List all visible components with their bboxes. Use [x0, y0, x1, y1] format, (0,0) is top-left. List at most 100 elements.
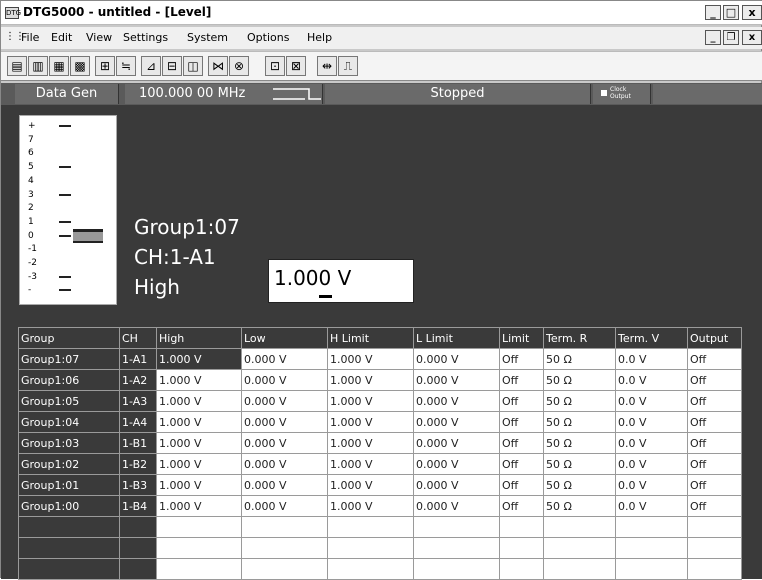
table-cell[interactable]: Off	[499, 432, 544, 454]
table-cell[interactable]: Off	[499, 474, 544, 496]
table-cell[interactable]: 50 Ω	[543, 369, 616, 391]
table-row[interactable]: Group1:00 1-B4 1.000 V 0.000 V 1.000 V 0.000 …	[18, 495, 742, 517]
pattern-icon[interactable]: ▩	[70, 56, 90, 76]
table-cell[interactable]: Off	[687, 495, 742, 517]
table-cell[interactable]: 1-B2	[119, 453, 157, 475]
output-icon[interactable]: ⊗	[229, 56, 249, 76]
column-header[interactable]: Low	[241, 327, 328, 349]
menu-options[interactable]: Options	[247, 31, 289, 44]
table-cell[interactable]: 1.000 V	[156, 453, 242, 475]
table-cell[interactable]: 0.0 V	[615, 369, 688, 391]
table-cell[interactable]: 1.000 V	[156, 495, 242, 517]
mdi-minimize-button[interactable]: _	[705, 30, 721, 45]
table-row[interactable]: Group1:01 1-B3 1.000 V 0.000 V 1.000 V 0.000 …	[18, 474, 742, 496]
table-cell[interactable]: 0.000 V	[413, 390, 500, 412]
jump-icon[interactable]: ⋈	[208, 56, 228, 76]
minimize-button[interactable]: _	[705, 5, 721, 20]
table-cell[interactable]: Off	[687, 453, 742, 475]
app-icon[interactable]: DTG	[5, 7, 21, 19]
table-cell[interactable]: 50 Ω	[543, 474, 616, 496]
table-cell[interactable]: 0.000 V	[241, 390, 328, 412]
table-cell[interactable]: 1.000 V	[327, 411, 414, 433]
table-cell[interactable]: Group1:02	[18, 453, 120, 475]
table-cell[interactable]: 0.000 V	[413, 348, 500, 370]
column-header[interactable]: High	[156, 327, 242, 349]
table-cell[interactable]: Off	[499, 390, 544, 412]
menu-help[interactable]: Help	[307, 31, 332, 44]
table-cell[interactable]: 0.0 V	[615, 495, 688, 517]
table-cell[interactable]: Off	[687, 432, 742, 454]
table-cell[interactable]: 1-B3	[119, 474, 157, 496]
menu-view[interactable]: View	[86, 31, 112, 44]
table-cell[interactable]: 0.0 V	[615, 474, 688, 496]
table-cell[interactable]: Off	[687, 411, 742, 433]
clock-output-indicator[interactable]: Clock Output	[599, 85, 649, 103]
time-icon[interactable]: ⊿	[141, 56, 161, 76]
table-cell[interactable]: Off	[499, 453, 544, 475]
block-icon[interactable]: ⊞	[95, 56, 115, 76]
edit-icon[interactable]: ◫	[183, 56, 203, 76]
menu-edit[interactable]: Edit	[51, 31, 72, 44]
column-header[interactable]: Term. R	[543, 327, 616, 349]
table-row[interactable]: Group1:07 1-A1 1.000 V 0.000 V 1.000 V 0.000 …	[18, 348, 742, 370]
table-cell[interactable]: Off	[687, 390, 742, 412]
table-cell[interactable]: 50 Ω	[543, 411, 616, 433]
table-cell[interactable]: 0.000 V	[241, 432, 328, 454]
table-cell[interactable]: 0.000 V	[241, 474, 328, 496]
column-header[interactable]: Limit	[499, 327, 544, 349]
table-cell[interactable]: Group1:01	[18, 474, 120, 496]
table-cell[interactable]: 1.000 V	[156, 411, 242, 433]
menu-file[interactable]: File	[21, 31, 39, 44]
table-cell[interactable]: 0.000 V	[241, 369, 328, 391]
channel-icon[interactable]: ⊡	[265, 56, 285, 76]
menu-settings[interactable]: Settings	[123, 31, 168, 44]
table-cell[interactable]: 1.000 V	[327, 369, 414, 391]
table-cell[interactable]: 1-A2	[119, 369, 157, 391]
column-header[interactable]: Group	[18, 327, 120, 349]
table-cell[interactable]: 1.000 V	[327, 474, 414, 496]
table-cell[interactable]: Group1:07	[18, 348, 120, 370]
table-cell[interactable]: 0.000 V	[241, 495, 328, 517]
table-cell[interactable]: 50 Ω	[543, 453, 616, 475]
table-cell[interactable]: 0.000 V	[413, 453, 500, 475]
table-cell[interactable]: Group1:04	[18, 411, 120, 433]
delay-icon[interactable]: ⇹	[317, 56, 337, 76]
table-cell[interactable]: 1.000 V	[327, 495, 414, 517]
table-cell[interactable]: 50 Ω	[543, 432, 616, 454]
table-cell[interactable]: 1.000 V	[156, 369, 242, 391]
table-cell[interactable]: 0.0 V	[615, 390, 688, 412]
table-cell[interactable]: Off	[499, 411, 544, 433]
table-cell[interactable]: 0.000 V	[241, 453, 328, 475]
group-icon[interactable]: ⊠	[286, 56, 306, 76]
table-cell[interactable]: 0.000 V	[413, 369, 500, 391]
level-value-input[interactable]: 1.000 V	[268, 259, 414, 303]
level-icon[interactable]: ⊟	[162, 56, 182, 76]
table-cell[interactable]: Group1:06	[18, 369, 120, 391]
table-cell[interactable]: 0.0 V	[615, 348, 688, 370]
table-cell[interactable]: Group1:05	[18, 390, 120, 412]
table-cell[interactable]: 1-A3	[119, 390, 157, 412]
table-cell[interactable]: Off	[687, 348, 742, 370]
table-cell[interactable]: Group1:00	[18, 495, 120, 517]
column-header[interactable]: H Limit	[327, 327, 414, 349]
table-cell[interactable]: 50 Ω	[543, 348, 616, 370]
print-icon[interactable]: ▤	[7, 56, 27, 76]
table-cell[interactable]: 50 Ω	[543, 390, 616, 412]
table-cell[interactable]: 1.000 V	[156, 390, 242, 412]
table-row[interactable]: Group1:02 1-B2 1.000 V 0.000 V 1.000 V 0.000 …	[18, 453, 742, 475]
close-button[interactable]: x	[742, 5, 762, 20]
column-header[interactable]: Output	[687, 327, 742, 349]
table-cell[interactable]: 0.000 V	[413, 495, 500, 517]
table-cell[interactable]: 1.000 V	[327, 432, 414, 454]
table-cell[interactable]: 1-B4	[119, 495, 157, 517]
table-cell[interactable]: 0.000 V	[241, 348, 328, 370]
table-cell[interactable]: 1.000 V	[156, 432, 242, 454]
column-header[interactable]: Term. V	[615, 327, 688, 349]
mdi-close-button[interactable]: x	[742, 30, 762, 45]
table-cell[interactable]: 1.000 V	[327, 348, 414, 370]
data-icon[interactable]: ▦	[49, 56, 69, 76]
table-cell[interactable]: 0.0 V	[615, 411, 688, 433]
table-cell[interactable]: 0.000 V	[413, 411, 500, 433]
print-preview-icon[interactable]: ▥	[28, 56, 48, 76]
mdi-restore-button[interactable]: ❐	[723, 30, 739, 45]
